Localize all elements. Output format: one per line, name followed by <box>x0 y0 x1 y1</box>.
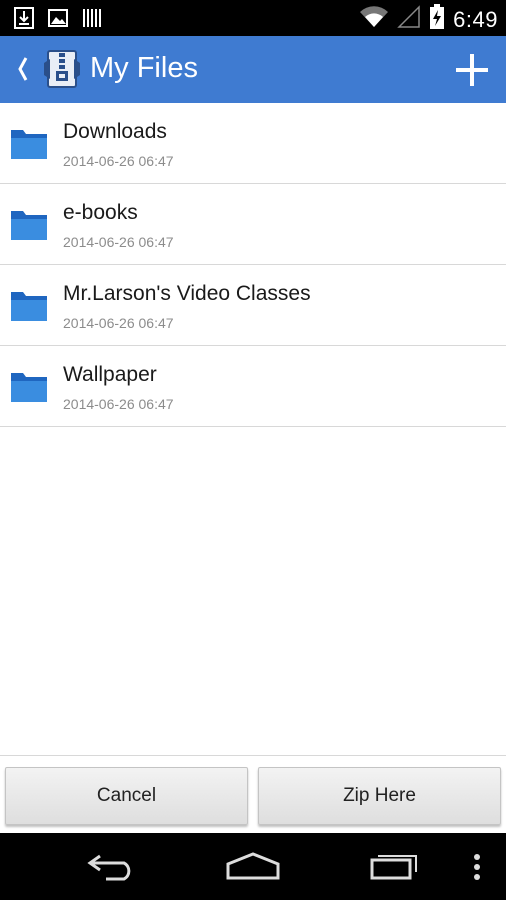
page-title: My Files <box>90 52 198 84</box>
folder-icon <box>10 207 48 241</box>
file-date: 2014-06-26 06:47 <box>63 315 174 331</box>
list-item[interactable]: Downloads 2014-06-26 06:47 <box>0 103 506 184</box>
list-item[interactable]: Mr.Larson's Video Classes 2014-06-26 06:… <box>0 265 506 346</box>
zip-app-icon <box>42 49 82 91</box>
folder-icon <box>10 369 48 403</box>
back-nav-icon[interactable] <box>86 850 138 887</box>
app-bar: My Files <box>0 36 506 103</box>
folder-icon <box>10 288 48 322</box>
file-list: Downloads 2014-06-26 06:47 e-books 2014-… <box>0 103 506 427</box>
barcode-icon <box>82 7 102 34</box>
wifi-icon <box>359 5 389 34</box>
add-icon[interactable] <box>454 52 490 88</box>
folder-icon <box>10 126 48 160</box>
image-icon <box>48 7 68 34</box>
signal-icon <box>397 5 421 34</box>
download-icon <box>14 7 34 34</box>
file-name: Downloads <box>63 120 167 143</box>
status-time: 6:49 <box>453 6 498 32</box>
recent-apps-icon[interactable] <box>368 850 420 887</box>
file-date: 2014-06-26 06:47 <box>63 396 174 412</box>
list-item[interactable]: Wallpaper 2014-06-26 06:47 <box>0 346 506 427</box>
button-bar: Cancel Zip Here <box>0 755 506 833</box>
cancel-button[interactable]: Cancel <box>5 767 248 825</box>
status-bar: 6:49 <box>0 0 506 36</box>
file-name: Wallpaper <box>63 363 157 386</box>
file-name: Mr.Larson's Video Classes <box>63 282 311 305</box>
back-chevron-icon[interactable] <box>12 52 36 86</box>
file-date: 2014-06-26 06:47 <box>63 234 174 250</box>
battery-charging-icon <box>429 4 445 35</box>
navigation-bar <box>0 833 506 900</box>
file-name: e-books <box>63 201 138 224</box>
zip-here-button[interactable]: Zip Here <box>258 767 501 825</box>
overflow-menu-icon[interactable] <box>472 853 482 886</box>
file-date: 2014-06-26 06:47 <box>63 153 174 169</box>
list-item[interactable]: e-books 2014-06-26 06:47 <box>0 184 506 265</box>
home-nav-icon[interactable] <box>224 850 282 887</box>
